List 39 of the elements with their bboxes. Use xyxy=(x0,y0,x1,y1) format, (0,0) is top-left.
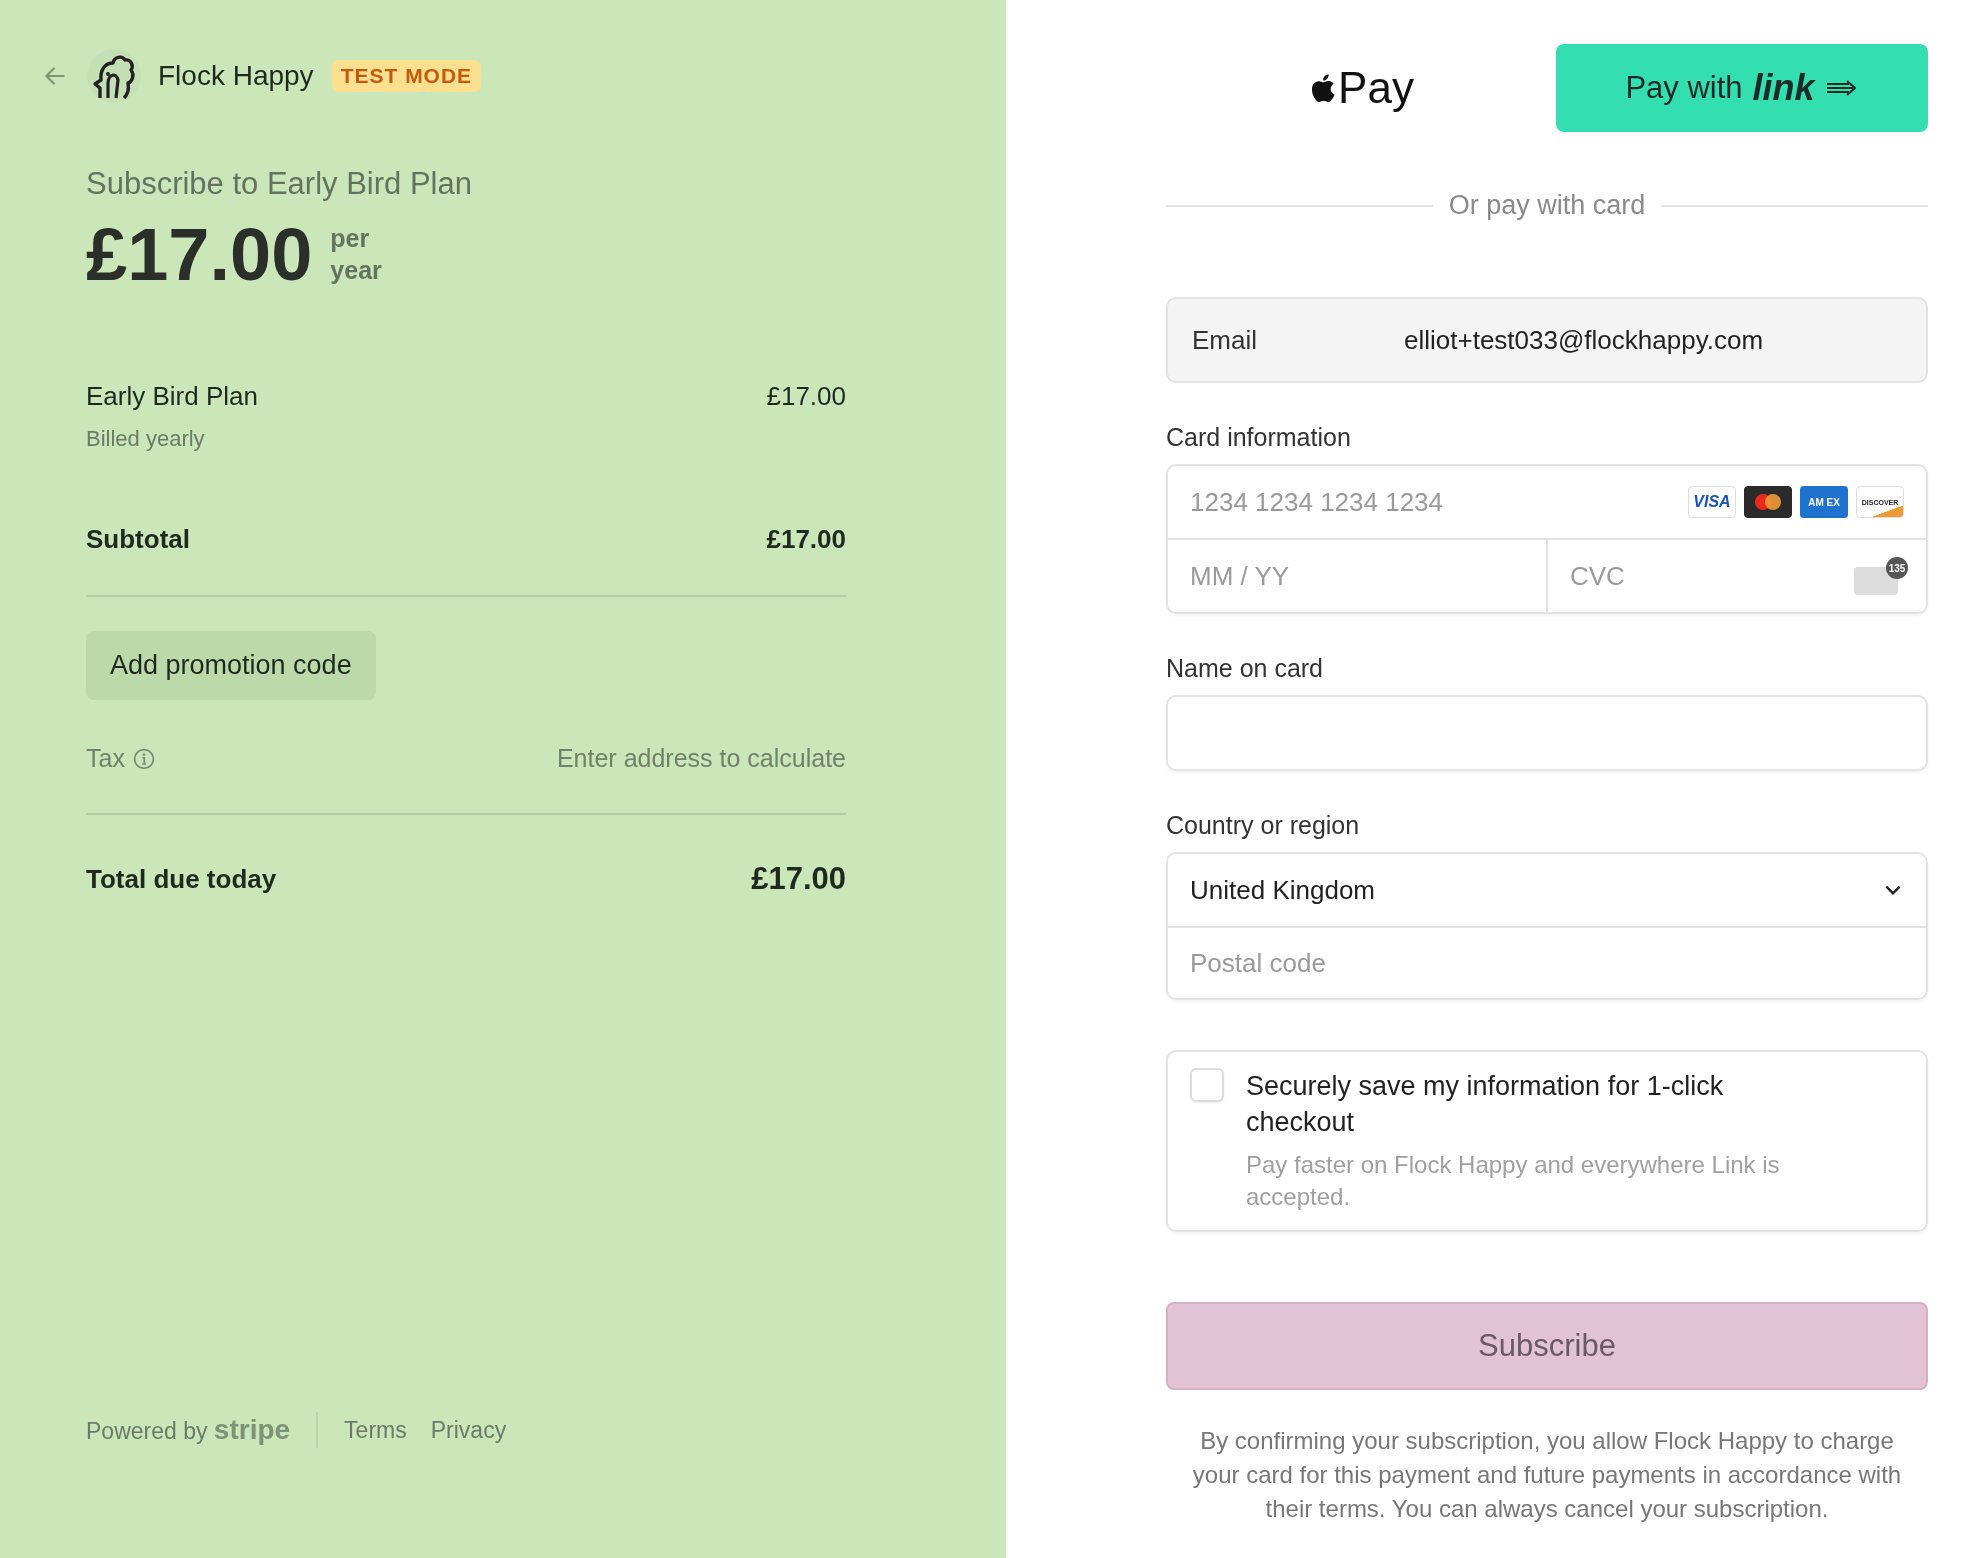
save-info-description: Pay faster on Flock Happy and everywhere Link is accepted. xyxy=(1246,1149,1781,1213)
price-period: per xyxy=(330,223,371,255)
subtotal-amount: £17.00 xyxy=(766,524,846,555)
name-on-card-label: Name on card xyxy=(1166,654,1325,683)
postal-code-field[interactable]: Postal code xyxy=(1190,928,1904,998)
email-field[interactable]: Email elliot+test033@flockhappy.com xyxy=(1166,297,1928,383)
add-promotion-code-button[interactable]: Add promotion code xyxy=(86,631,376,700)
legal-text: By confirming your subscription, you allow Flock Happy to charge your card for this payment and future payments in accordance with their terms. You can always cancel your subscription. xyxy=(1191,1425,1903,1524)
merchant-name: Flock Happy xyxy=(158,60,314,92)
card-number-field[interactable]: 1234 1234 1234 1234 xyxy=(1190,466,1688,538)
mastercard-logo-icon xyxy=(1744,486,1792,518)
tax-label: Tax xyxy=(86,744,125,773)
test-mode-badge: TEST MODE xyxy=(331,60,482,92)
tax-value: Enter address to calculate xyxy=(556,744,846,773)
card-information-label: Card information xyxy=(1166,423,1352,452)
divider-text: Or pay with card xyxy=(1448,190,1646,221)
visa-logo-icon: VISA xyxy=(1688,486,1736,518)
name-on-card-field[interactable] xyxy=(1166,695,1928,771)
arrow-icon xyxy=(1824,78,1859,98)
amex-logo-icon: AM EX xyxy=(1800,486,1848,518)
item-amount: £17.00 xyxy=(766,381,846,412)
price-period: year xyxy=(330,254,382,286)
info-icon[interactable] xyxy=(132,747,155,770)
pay-with-link-button[interactable]: Pay with link xyxy=(1556,44,1928,132)
save-info-checkbox[interactable] xyxy=(1190,1068,1224,1102)
subtotal-label: Subtotal xyxy=(86,524,190,555)
item-name: Early Bird Plan xyxy=(86,381,258,412)
expiry-field[interactable]: MM / YY xyxy=(1190,540,1524,612)
item-detail: Billed yearly xyxy=(86,426,206,452)
save-info-title: Securely save my information for 1-click checkout xyxy=(1246,1070,1725,1140)
apple-pay-button[interactable]: Pay xyxy=(1166,44,1556,132)
address-field[interactable]: United Kingdom Postal code xyxy=(1166,852,1928,1000)
price: £17.00 xyxy=(86,212,313,297)
plan-title: Subscribe to Early Bird Plan xyxy=(86,166,473,202)
cvc-field[interactable]: CVC xyxy=(1570,540,1854,612)
country-select[interactable]: United Kingdom xyxy=(1168,854,1926,926)
country-label: Country or region xyxy=(1166,811,1361,840)
total-amount: £17.00 xyxy=(751,861,846,897)
total-label: Total due today xyxy=(86,863,277,895)
